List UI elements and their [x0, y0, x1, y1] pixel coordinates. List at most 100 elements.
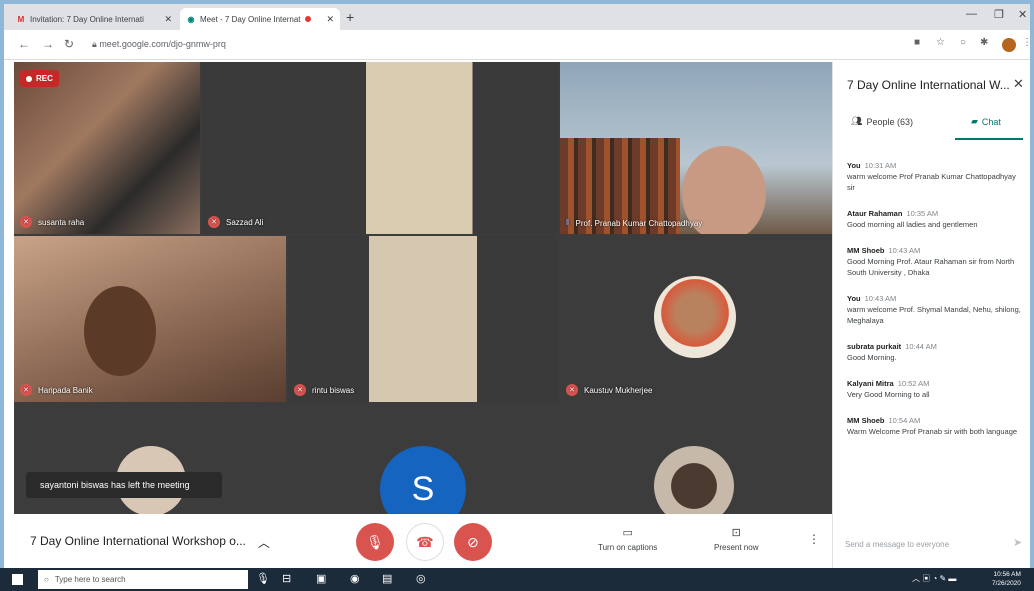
participant-name: ✕ susanta raha	[20, 216, 84, 228]
search-placeholder: Type here to search	[54, 575, 126, 584]
meeting-controls: 7 Day Online International Workshop o...…	[14, 514, 832, 572]
chat-message: You 10:31 AM warm welcome Prof Pranab Kuma…	[847, 160, 1025, 193]
star-icon[interactable]: ☆	[936, 37, 945, 48]
close-panel-icon[interactable]: ✕	[1013, 76, 1024, 92]
tab-chat[interactable]: ▰ Chat	[971, 116, 1001, 127]
chat-input[interactable]: Send a message to everyone	[845, 540, 949, 549]
url-field[interactable]: 🔒︎ meet.google.com/djo-gnmw-prq	[92, 39, 226, 50]
participant-name-text: Kaustuv Mukherjee	[584, 385, 653, 395]
rec-dot-icon	[26, 75, 32, 82]
message-time: 10:44 AM	[905, 342, 937, 351]
message-author: You	[847, 161, 861, 170]
clock-date: 7/26/2020	[992, 580, 1021, 587]
message-text: warm welcome Prof. Shymal Mandal, Nehu, …	[847, 305, 1021, 325]
system-tray[interactable]: ︿ ▣ ◔ ✎ ▬	[912, 573, 956, 584]
participant-tile[interactable]: ⦀ Prof. Pranab Kumar Chattopadhyay	[560, 62, 832, 234]
reload-icon[interactable]: ↻	[64, 37, 74, 51]
puzzle-icon[interactable]: ✱	[980, 37, 988, 48]
message-author: Kalyani Mitra	[847, 379, 894, 388]
tab-people[interactable]: 👥︎ People (63)	[851, 116, 913, 127]
rec-label: REC	[36, 74, 53, 83]
present-button[interactable]: ⊡ Present now	[714, 526, 758, 552]
clock[interactable]: 10:56 AM 7/26/2020	[992, 570, 1021, 588]
participant-tile[interactable]: ✕ rintu biswas	[288, 236, 558, 402]
clock-time: 10:56 AM	[993, 571, 1021, 578]
message-time: 10:52 AM	[897, 379, 930, 388]
camera-indicator-icon[interactable]: ■	[914, 37, 920, 48]
forward-icon[interactable]: →	[42, 37, 54, 51]
chat-message: subrata purkait 10:44 AM Good Morning.	[847, 341, 1025, 363]
minimize-icon[interactable]: —	[966, 8, 977, 20]
participant-name: ✕ rintu biswas	[294, 384, 354, 396]
mic-off-icon: ✕	[20, 384, 32, 396]
camera-toggle-button[interactable]: ⊘	[454, 523, 492, 561]
mic-off-icon: ✕	[208, 216, 220, 228]
chat-message: MM Shoeb 10:43 AM Good Morning Prof. Ataur…	[847, 245, 1025, 278]
meeting-title[interactable]: 7 Day Online International Workshop o...…	[30, 534, 270, 551]
search-icon: ○	[44, 575, 49, 584]
participant-tile[interactable]: ✕ Haripada Banik	[14, 236, 286, 402]
tab-people-label: People (63)	[866, 116, 913, 127]
send-icon[interactable]: ➤	[1013, 536, 1022, 549]
close-icon[interactable]: ✕	[326, 14, 334, 25]
mic-off-icon: ✕	[20, 216, 32, 228]
participant-name: ✕ Sazzad Ali	[208, 216, 263, 228]
participant-tile[interactable]: ✕ Sazzad Ali	[202, 62, 558, 234]
participant-name-text: Sazzad Ali	[226, 217, 264, 227]
present-icon: ⊡	[731, 527, 741, 539]
participant-name: ✕ Haripada Banik	[20, 384, 93, 396]
message-time: 10:43 AM	[888, 246, 921, 255]
url-text: meet.google.com/djo-gnmw-prq	[99, 39, 226, 49]
mic-toggle-button[interactable]: 🎙︎	[356, 523, 394, 561]
close-icon[interactable]: ✕	[164, 14, 172, 25]
mic-off-icon: ✕	[566, 384, 578, 396]
profile-avatar[interactable]	[1002, 38, 1016, 52]
participant-name-text: rintu biswas	[312, 385, 355, 395]
chrome-icon[interactable]: ◎	[416, 572, 426, 585]
present-label: Present now	[714, 543, 759, 552]
active-tab-indicator	[955, 138, 1023, 140]
firefox-icon[interactable]: ◉	[350, 572, 360, 585]
extension-icon[interactable]: ○	[960, 37, 966, 48]
meet-icon: ◉	[187, 14, 195, 24]
tab-gmail[interactable]: M Invitation: 7 Day Online Internati ✕	[10, 8, 178, 30]
participant-tile[interactable]: REC ✕ susanta raha	[14, 62, 200, 234]
more-options-icon[interactable]: ⋮	[808, 532, 820, 546]
chat-icon: ▰	[971, 116, 978, 126]
chat-message: Kalyani Mitra 10:52 AM Very Good Morning t…	[847, 378, 1025, 400]
message-time: 10:31 AM	[864, 161, 897, 170]
message-author: Ataur Rahaman	[847, 209, 903, 218]
maximize-icon[interactable]: ❐	[994, 8, 1004, 21]
participant-name: ✕ Kaustuv Mukherjee	[566, 384, 652, 396]
end-call-button[interactable]: ☎︎	[406, 523, 444, 561]
message-author: You	[847, 294, 861, 303]
menu-icon[interactable]: ⋮	[1022, 37, 1032, 48]
task-view-icon[interactable]: ⊟	[282, 572, 291, 585]
message-text: Good Morning.	[847, 353, 897, 362]
captions-button[interactable]: ▭ Turn on captions	[598, 526, 657, 552]
speaking-icon: ⦀	[566, 218, 570, 227]
participant-name: ⦀ Prof. Pranab Kumar Chattopadhyay	[566, 218, 702, 228]
chevron-up-icon: ︿	[257, 536, 270, 550]
tab-meet[interactable]: ◉ Meet - 7 Day Online Internat ✕	[180, 8, 340, 30]
mic-off-icon: ✕	[294, 384, 306, 396]
recording-badge: REC	[20, 70, 59, 87]
windows-start-icon[interactable]	[12, 574, 23, 585]
new-tab-button[interactable]: +	[346, 9, 354, 25]
chat-message: MM Shoeb 10:54 AM Warm Welcome Prof Pranab…	[847, 415, 1025, 437]
microphone-icon[interactable]: 🎙︎	[256, 572, 270, 585]
message-time: 10:54 AM	[888, 416, 921, 425]
side-panel: 7 Day Online International W... ✕ 👥︎ Peo…	[832, 62, 1030, 572]
meeting-title-text: 7 Day Online International Workshop o...	[30, 534, 246, 548]
message-text: Warm Welcome Prof Pranab sir with both l…	[847, 427, 1018, 436]
store-icon[interactable]: ▣	[316, 572, 326, 585]
recording-icon	[304, 16, 311, 22]
hang-up-icon: ☎︎	[416, 533, 434, 550]
back-icon[interactable]: ←	[18, 37, 30, 51]
chat-message: Ataur Rahaman 10:35 AM Good morning all la…	[847, 208, 1025, 230]
participant-tile[interactable]: ✕ Kaustuv Mukherjee	[560, 236, 832, 402]
taskbar-search[interactable]: ○ Type here to search	[38, 570, 248, 589]
close-window-icon[interactable]: ✕	[1018, 8, 1027, 21]
message-time: 10:43 AM	[864, 294, 897, 303]
file-explorer-icon[interactable]: ▤	[382, 572, 392, 585]
